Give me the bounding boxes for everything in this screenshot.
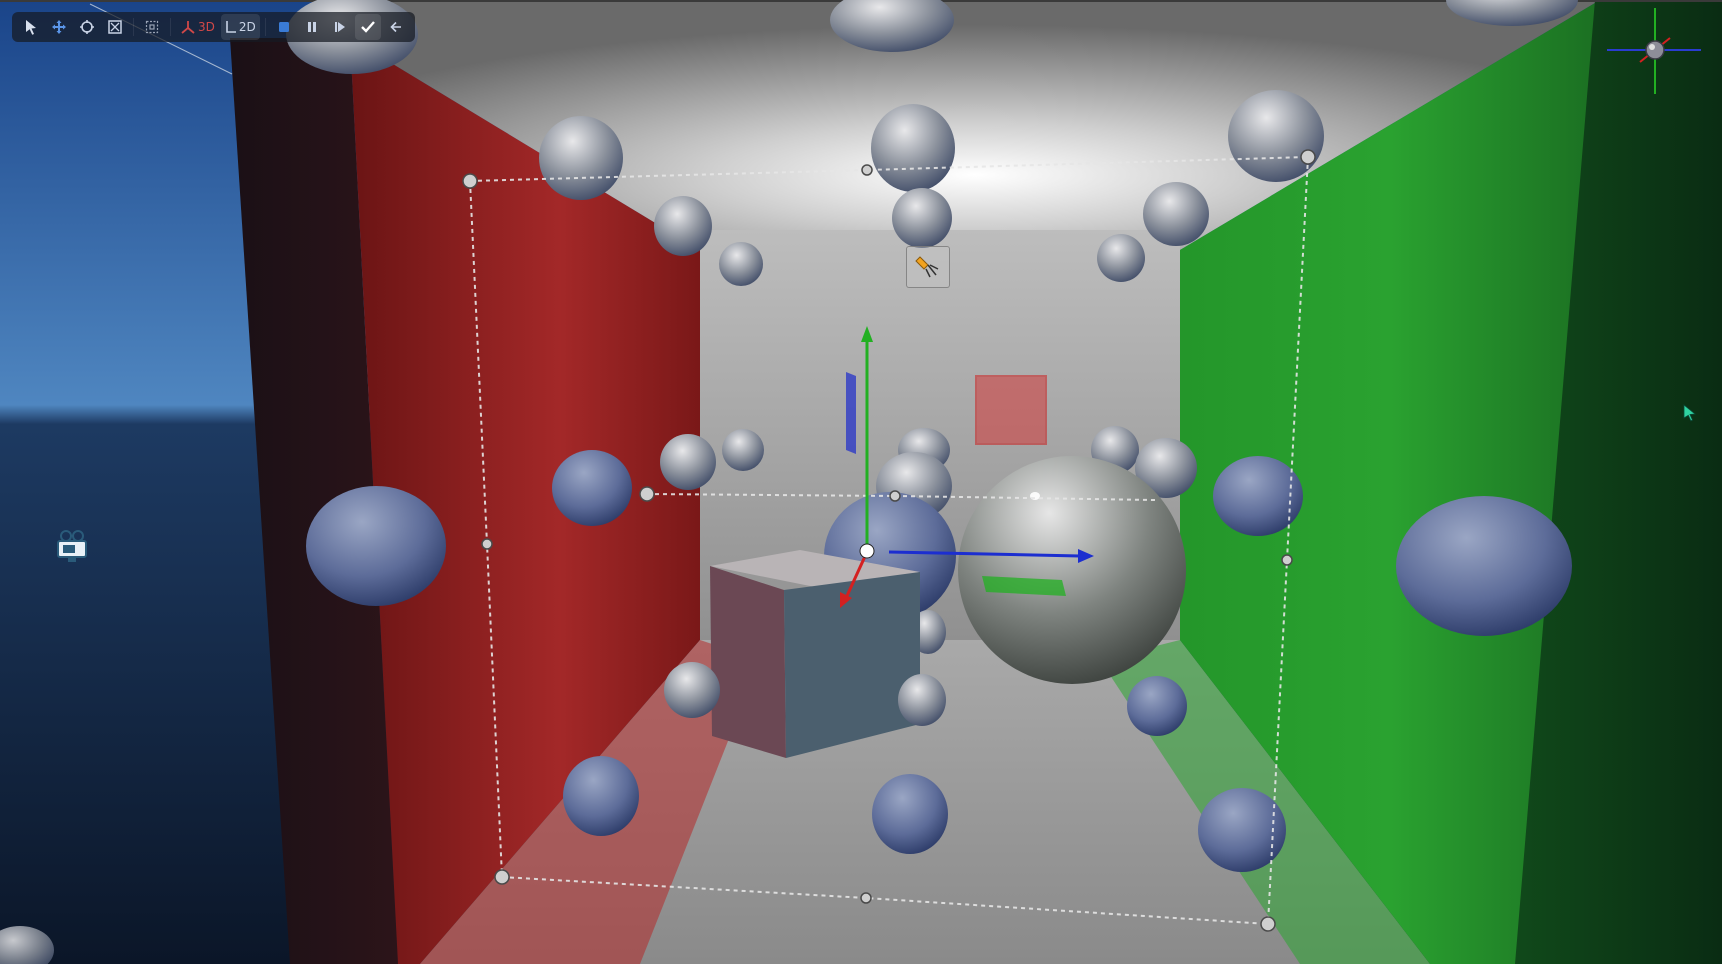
spot-light-icon (915, 256, 939, 278)
axis-2d-icon (226, 21, 236, 33)
step-button[interactable] (327, 14, 353, 40)
scale-icon (108, 20, 122, 34)
pause-icon (307, 22, 316, 32)
mode-3d-button[interactable]: 3D (176, 14, 219, 40)
toolbar-separator (133, 18, 134, 36)
move-tool-button[interactable] (46, 14, 72, 40)
checkmark-icon (360, 21, 375, 33)
rect-tool-button[interactable] (139, 14, 165, 40)
viewport-toolbar: 3D 2D (12, 12, 415, 42)
toolbar-separator (264, 18, 266, 36)
axis-3d-icon (181, 21, 195, 34)
mouse-cursor-icon (1683, 404, 1697, 422)
back-button[interactable] (383, 14, 409, 40)
pause-button[interactable] (299, 14, 325, 40)
cube-left (710, 566, 786, 758)
cursor-arrow-icon (26, 20, 36, 35)
scene-render[interactable] (0, 0, 1722, 964)
mode-3d-label: 3D (198, 20, 215, 34)
gizmo-center (859, 543, 875, 559)
gizmo-plane-xy (975, 375, 1047, 445)
step-forward-icon (334, 22, 345, 32)
big-sphere (958, 456, 1186, 684)
camera-gizmo[interactable] (52, 526, 92, 566)
confirm-button[interactable] (354, 14, 381, 40)
mode-2d-label: 2D (238, 20, 256, 34)
light-gizmo[interactable] (906, 246, 950, 288)
gizmo-plane-yz (846, 372, 856, 454)
rect-select-icon (145, 20, 159, 34)
rotate-icon (80, 20, 94, 34)
rotate-tool-button[interactable] (74, 14, 100, 40)
toolbar-separator (170, 18, 171, 36)
stop-icon (278, 22, 289, 32)
scene-viewport[interactable]: 3D 2D (0, 0, 1722, 964)
stop-button[interactable] (271, 14, 297, 40)
mode-2d-button[interactable]: 2D (220, 14, 260, 40)
orientation-gizmo-icon[interactable] (1605, 6, 1705, 100)
scale-tool-button[interactable] (102, 14, 128, 40)
move-arrows-icon (52, 20, 66, 34)
arrow-left-icon (390, 21, 401, 33)
video-camera-icon (57, 530, 87, 562)
select-tool-button[interactable] (18, 14, 44, 40)
